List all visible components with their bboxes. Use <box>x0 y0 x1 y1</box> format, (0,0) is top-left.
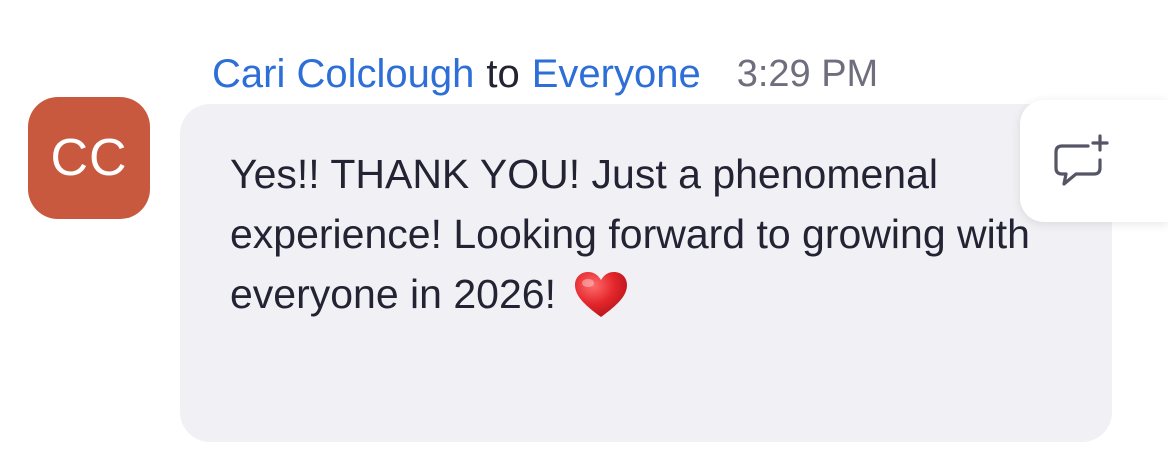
avatar-initials: CC <box>50 129 128 187</box>
reply-in-thread-button[interactable] <box>1020 100 1168 222</box>
sender-name[interactable]: Cari Colclough <box>212 46 474 102</box>
to-label: to <box>486 52 520 96</box>
avatar[interactable]: CC <box>28 97 150 219</box>
message-body: Yes!! THANK YOU! Just a phenomenal exper… <box>230 144 1070 324</box>
comment-add-icon <box>1054 134 1109 186</box>
chat-message: Cari Colclough to Everyone 3:29 PM CC Ye… <box>0 0 1168 474</box>
message-timestamp: 3:29 PM <box>736 53 879 95</box>
recipient-name[interactable]: Everyone <box>532 46 701 102</box>
message-header: Cari Colclough to Everyone 3:29 PM <box>212 46 878 102</box>
heart-emoji-icon <box>575 272 628 317</box>
message-bubble: Yes!! THANK YOU! Just a phenomenal exper… <box>180 104 1112 442</box>
message-text: Yes!! THANK YOU! Just a phenomenal exper… <box>230 151 1030 317</box>
